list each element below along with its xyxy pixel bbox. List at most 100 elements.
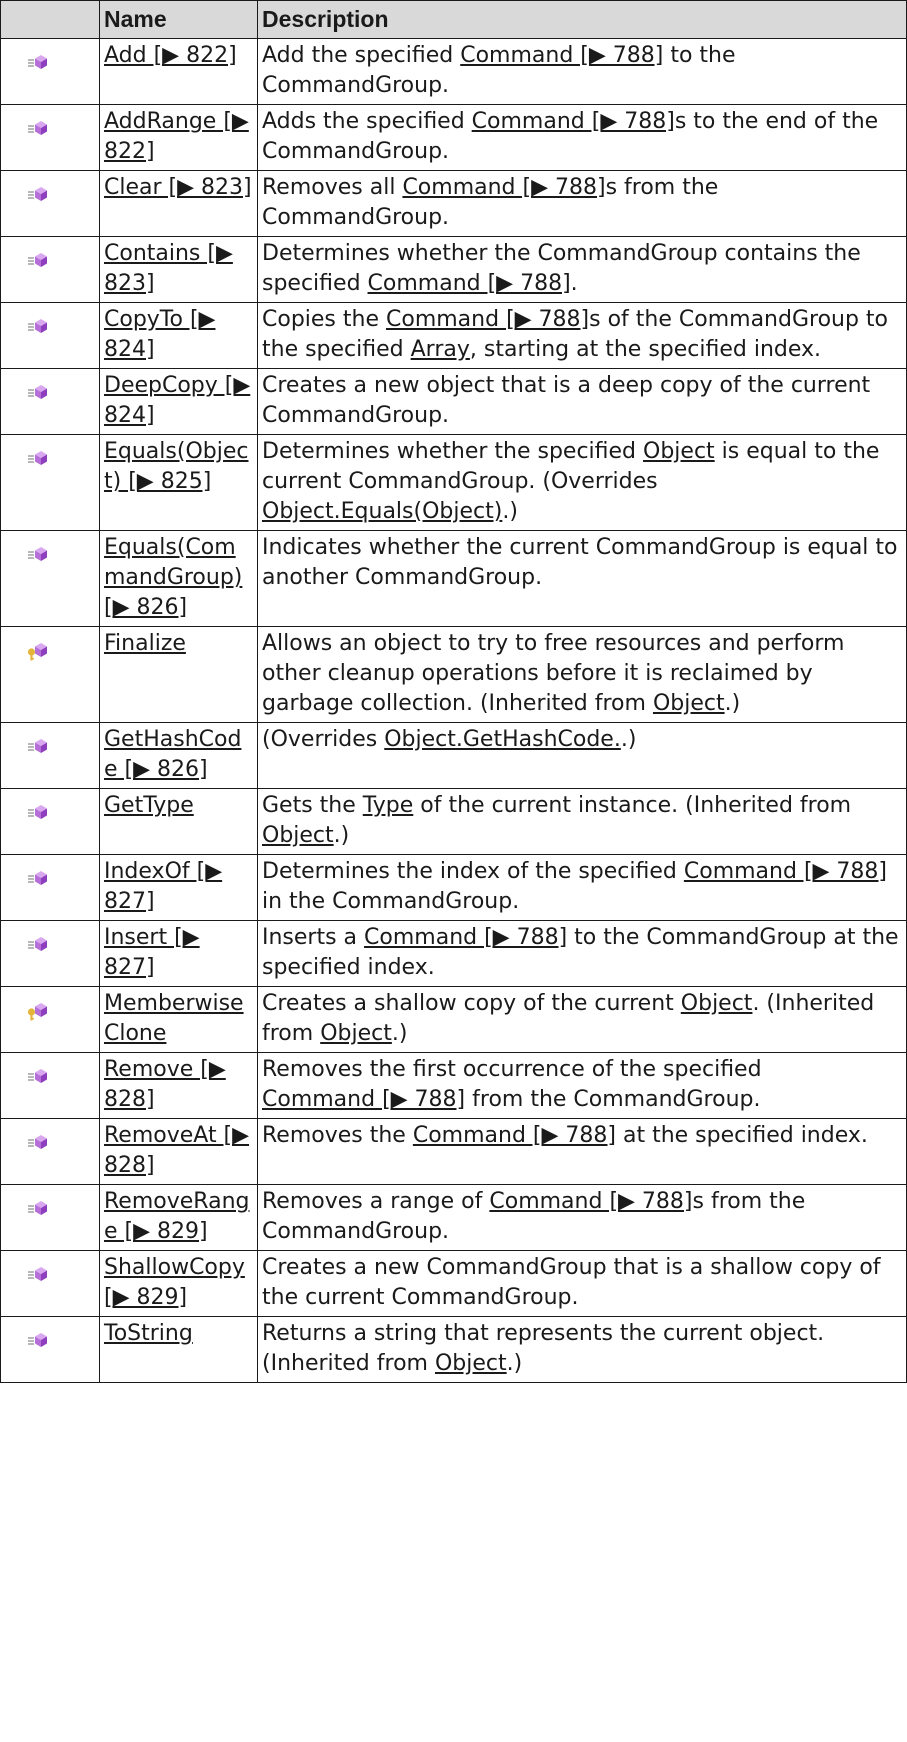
public-method-icon <box>27 249 49 273</box>
method-link-shallowcopy[interactable]: ShallowCopy [▶ 829] <box>104 1255 245 1310</box>
method-link-add[interactable]: Add [▶ 822] <box>104 43 237 68</box>
description-link-command[interactable]: Command [▶ 788] <box>489 1189 692 1214</box>
table-row: IndexOf [▶ 827] Determines the index of t… <box>0 854 907 921</box>
icon-cell <box>0 530 100 627</box>
table-row: ShallowCopy [▶ 829] Creates a new Command… <box>0 1250 907 1317</box>
method-link-insert[interactable]: Insert [▶ 827] <box>104 925 200 980</box>
description-cell: Creates a new object that is a deep copy… <box>257 368 907 435</box>
name-cell: ShallowCopy [▶ 829] <box>99 1250 258 1317</box>
method-link-contains[interactable]: Contains [▶ 823] <box>104 241 233 296</box>
name-cell: GetType <box>99 788 258 855</box>
public-method-icon <box>27 315 49 339</box>
description-cell: Determines whether the CommandGroup cont… <box>257 236 907 303</box>
description-link-object[interactable]: Object <box>435 1351 507 1376</box>
icon-cell <box>0 626 100 723</box>
description-text: Creates a new object that is a deep copy… <box>262 373 871 428</box>
method-link-gettype[interactable]: GetType <box>104 793 194 818</box>
description-cell: Determines whether the specified Object … <box>257 434 907 531</box>
description-text: Removes the first occurrence of the spec… <box>262 1057 762 1082</box>
table-row: Finalize Allows an object to try to free … <box>0 626 907 723</box>
description-cell: Removes the first occurrence of the spec… <box>257 1052 907 1119</box>
name-cell: Insert [▶ 827] <box>99 920 258 987</box>
method-link-finalize[interactable]: Finalize <box>104 631 186 656</box>
header-name: Name <box>99 0 258 39</box>
description-link-object[interactable]: Object <box>320 1021 392 1046</box>
description-text: Inserts a <box>262 925 365 950</box>
description-link-command[interactable]: Command [▶ 788] <box>386 307 589 332</box>
icon-cell <box>0 854 100 921</box>
method-link-deepcopy[interactable]: DeepCopy [▶ 824] <box>104 373 250 428</box>
public-method-icon <box>27 801 49 825</box>
protected-method-icon <box>27 639 49 663</box>
method-link-equals-object[interactable]: Equals(Object) [▶ 825] <box>104 439 248 494</box>
method-link-indexof[interactable]: IndexOf [▶ 827] <box>104 859 222 914</box>
description-cell: Returns a string that represents the cur… <box>257 1316 907 1383</box>
method-link-gethashcode[interactable]: GetHashCode [▶ 826] <box>104 727 241 782</box>
description-cell: Allows an object to try to free resource… <box>257 626 907 723</box>
name-cell: DeepCopy [▶ 824] <box>99 368 258 435</box>
description-text: Copies the <box>262 307 386 332</box>
description-link-type[interactable]: Type <box>363 793 414 818</box>
description-link-object[interactable]: Object <box>643 439 715 464</box>
description-link-command[interactable]: Command [▶ 788] <box>402 175 605 200</box>
table-row: Equals(CommandGroup) [▶ 826] Indicates wh… <box>0 530 907 627</box>
method-link-memberwiseclone[interactable]: MemberwiseClone <box>104 991 244 1046</box>
description-link-command[interactable]: Command [▶ 788] <box>460 43 663 68</box>
method-link-remove[interactable]: Remove [▶ 828] <box>104 1057 226 1112</box>
icon-cell <box>0 434 100 531</box>
description-text: Removes all <box>262 175 403 200</box>
description-text: .) <box>333 823 350 848</box>
method-link-addrange[interactable]: AddRange [▶ 822] <box>104 109 249 164</box>
description-text: Creates a shallow copy of the current <box>262 991 681 1016</box>
public-method-icon <box>27 867 49 891</box>
description-cell: Creates a shallow copy of the current Ob… <box>257 986 907 1053</box>
description-link-command[interactable]: Command [▶ 788] <box>368 271 571 296</box>
icon-cell <box>0 170 100 237</box>
method-link-copyto[interactable]: CopyTo [▶ 824] <box>104 307 215 362</box>
table-row: RemoveAt [▶ 828] Removes the Command [▶ 7… <box>0 1118 907 1185</box>
method-link-tostring[interactable]: ToString <box>104 1321 193 1346</box>
public-method-icon <box>27 1329 49 1353</box>
description-text: .) <box>506 1351 523 1376</box>
method-link-removerange[interactable]: RemoveRange [▶ 829] <box>104 1189 249 1244</box>
description-link-command[interactable]: Command [▶ 788] <box>472 109 675 134</box>
description-link-command[interactable]: Command [▶ 788] <box>413 1123 616 1148</box>
name-cell: CopyTo [▶ 824] <box>99 302 258 369</box>
description-link-object[interactable]: Object <box>681 991 753 1016</box>
header-description: Description <box>257 0 907 39</box>
description-text: .) <box>724 691 741 716</box>
description-link-command[interactable]: Command [▶ 788] <box>684 859 887 884</box>
method-link-clear[interactable]: Clear [▶ 823] <box>104 175 252 200</box>
description-text: from the CommandGroup. <box>465 1087 761 1112</box>
name-cell: Remove [▶ 828] <box>99 1052 258 1119</box>
name-cell: Equals(CommandGroup) [▶ 826] <box>99 530 258 627</box>
description-link-object-equals-object[interactable]: Object.Equals(Object) <box>262 499 502 524</box>
description-text: in the CommandGroup. <box>262 889 520 914</box>
description-cell: Copies the Command [▶ 788]s of the Comma… <box>257 302 907 369</box>
table-row: RemoveRange [▶ 829] Removes a range of Co… <box>0 1184 907 1251</box>
methods-table: Name Description Add [▶ 822] Add the spec… <box>0 0 907 1383</box>
description-link-object[interactable]: Object <box>653 691 725 716</box>
description-text: Removes a range of <box>262 1189 490 1214</box>
description-text: , starting at the specified index. <box>469 337 822 362</box>
icon-cell <box>0 788 100 855</box>
description-text: Gets the <box>262 793 363 818</box>
description-link-array[interactable]: Array <box>411 337 470 362</box>
public-method-icon <box>27 543 49 567</box>
method-link-removeat[interactable]: RemoveAt [▶ 828] <box>104 1123 249 1178</box>
name-cell: MemberwiseClone <box>99 986 258 1053</box>
description-text: Indicates whether the current CommandGro… <box>262 535 898 590</box>
icon-cell <box>0 722 100 789</box>
description-link-command[interactable]: Command [▶ 788] <box>262 1087 465 1112</box>
description-text: .) <box>391 1021 408 1046</box>
name-cell: Finalize <box>99 626 258 723</box>
public-method-icon <box>27 447 49 471</box>
method-link-equals-commandgroup[interactable]: Equals(CommandGroup) [▶ 826] <box>104 535 242 620</box>
description-link-object-gethashcode[interactable]: Object.GetHashCode. <box>384 727 621 752</box>
description-text: Returns a string that represents the cur… <box>262 1321 825 1376</box>
icon-cell <box>0 236 100 303</box>
description-text: .) <box>502 499 518 524</box>
description-link-object[interactable]: Object <box>262 823 334 848</box>
description-cell: Determines the index of the specified Co… <box>257 854 907 921</box>
description-link-command[interactable]: Command [▶ 788] <box>364 925 567 950</box>
